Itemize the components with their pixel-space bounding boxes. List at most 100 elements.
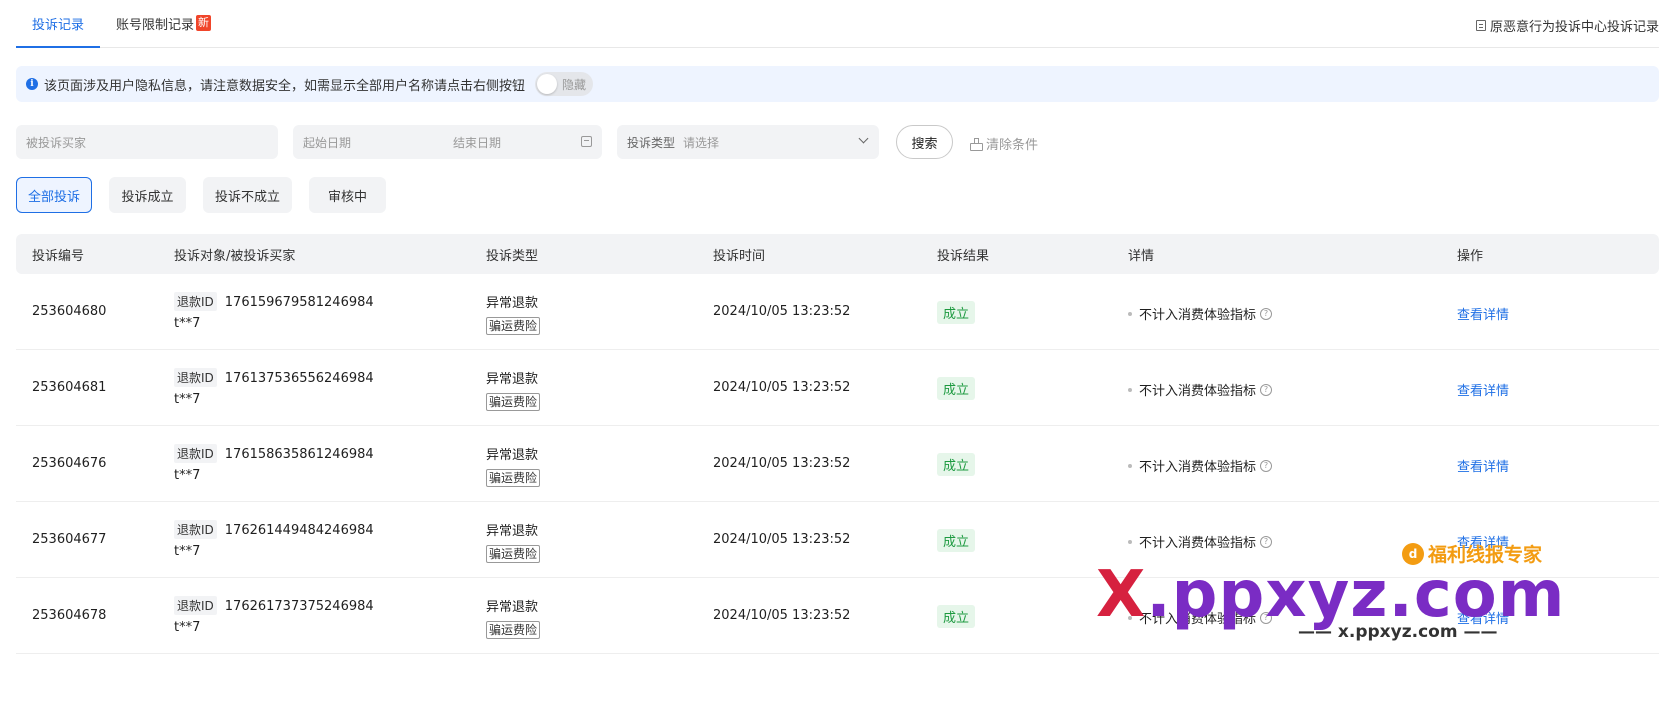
chip-complaint-upheld[interactable]: 投诉成立 (109, 177, 186, 213)
type-text: 异常退款 (486, 296, 539, 311)
new-badge: 新 (196, 15, 212, 31)
complaint-id: 253604680 (32, 304, 107, 319)
complaint-type: 异常退款 骗运费险 (486, 520, 541, 563)
complaint-id: 253604677 (32, 532, 107, 547)
complaint-target: 退款ID 176158635861246984 t**7 (174, 444, 374, 483)
result-badge: 成立 (937, 301, 976, 324)
header-action: 操作 (1457, 248, 1484, 264)
detail-cell: 不计入消费体验指标 ? (1128, 380, 1273, 399)
help-icon[interactable]: ? (1260, 383, 1273, 396)
refund-id: 176261737375246984 (224, 599, 374, 614)
date-range-picker[interactable]: 起始日期 结束日期 (293, 125, 602, 159)
detail-text: 不计入消费体验指标 (1139, 536, 1257, 551)
type-text: 异常退款 (486, 448, 539, 463)
result-badge: 成立 (937, 529, 976, 552)
bullet-dot (1128, 387, 1132, 392)
help-icon[interactable]: ? (1260, 611, 1273, 624)
privacy-toggle[interactable]: 隐藏 (535, 72, 594, 96)
chip-complaint-rejected[interactable]: 投诉不成立 (203, 177, 292, 213)
refund-id: 176158635861246984 (224, 447, 374, 462)
header-detail: 详情 (1128, 248, 1155, 264)
bullet-dot (1128, 311, 1132, 316)
complaint-time: 2024/10/05 13:23:52 (713, 304, 851, 319)
table-row: 253604681 退款ID 176137536556246984 t**7 异常… (16, 350, 1659, 426)
detail-text: 不计入消费体验指标 (1139, 460, 1257, 475)
complaint-type: 异常退款 骗运费险 (486, 596, 541, 639)
detail-cell: 不计入消费体验指标 ? (1128, 608, 1273, 627)
detail-cell: 不计入消费体验指标 ? (1128, 532, 1273, 551)
table-row: 253604680 退款ID 176159679581246984 t**7 异常… (16, 274, 1659, 350)
table-header: 投诉编号 投诉对象/被投诉买家 投诉类型 投诉时间 投诉结果 详情 操作 (16, 234, 1659, 274)
result-text: 成立 (937, 453, 976, 476)
result-badge: 成立 (937, 605, 976, 628)
tab-label: 投诉记录 (32, 17, 85, 33)
result-text: 成立 (937, 605, 976, 628)
buyer-name: t**7 (174, 544, 201, 559)
buyer-search-input[interactable]: 被投诉买家 (16, 125, 278, 159)
type-text: 异常退款 (486, 600, 539, 615)
privacy-notice: i 该页面涉及用户隐私信息，请注意数据安全，如需显示全部用户名称请点击右侧按钮 … (16, 66, 1659, 102)
complaint-id: 253604681 (32, 380, 107, 395)
complaint-id: 253604678 (32, 608, 107, 623)
legacy-link-label: 原恶意行为投诉中心投诉记录 (1489, 20, 1659, 35)
header-target: 投诉对象/被投诉买家 (174, 248, 296, 264)
complaint-target: 退款ID 176159679581246984 t**7 (174, 292, 374, 331)
legacy-complaint-records-link[interactable]: 原恶意行为投诉中心投诉记录 (1475, 16, 1659, 35)
start-date-placeholder[interactable]: 起始日期 (303, 134, 351, 151)
type-tag: 骗运费险 (486, 545, 541, 563)
type-tag: 骗运费险 (486, 469, 541, 487)
refund-id-tag: 退款ID (174, 292, 217, 311)
toggle-label: 隐藏 (562, 77, 587, 92)
bullet-dot (1128, 615, 1132, 620)
type-text: 异常退款 (486, 372, 539, 387)
complaint-type-select[interactable]: 投诉类型 请选择 (617, 125, 879, 159)
chip-all-complaints[interactable]: 全部投诉 (16, 177, 92, 213)
refund-id: 176261449484246984 (224, 523, 374, 538)
view-details-link[interactable]: 查看详情 (1457, 456, 1509, 475)
chip-under-review[interactable]: 审核中 (309, 177, 386, 213)
refund-id-tag: 退款ID (174, 520, 217, 539)
refund-id: 176159679581246984 (224, 295, 374, 310)
help-icon[interactable]: ? (1260, 535, 1273, 548)
type-label: 投诉类型 (627, 135, 676, 150)
info-icon: i (26, 78, 38, 90)
detail-text: 不计入消费体验指标 (1139, 308, 1257, 323)
complaint-time: 2024/10/05 13:23:52 (713, 532, 851, 547)
help-icon[interactable]: ? (1260, 307, 1273, 320)
header-complaint-id: 投诉编号 (32, 248, 85, 264)
view-details-link[interactable]: 查看详情 (1457, 304, 1509, 323)
tab-account-restriction-records[interactable]: 账号限制记录 新 (100, 0, 227, 47)
complaint-target: 退款ID 176261737375246984 t**7 (174, 596, 374, 635)
complaint-type: 异常退款 骗运费险 (486, 444, 541, 487)
buyer-name: t**7 (174, 316, 201, 331)
result-text: 成立 (937, 377, 976, 400)
detail-text: 不计入消费体验指标 (1139, 384, 1257, 399)
view-details-link[interactable]: 查看详情 (1457, 608, 1509, 627)
detail-text: 不计入消费体验指标 (1139, 612, 1257, 627)
tab-label: 账号限制记录 (116, 17, 195, 33)
refund-id-tag: 退款ID (174, 444, 217, 463)
end-date-placeholder[interactable]: 结束日期 (453, 134, 501, 151)
result-text: 成立 (937, 529, 976, 552)
detail-cell: 不计入消费体验指标 ? (1128, 304, 1273, 323)
complaint-type: 异常退款 骗运费险 (486, 292, 541, 335)
clear-label: 清除条件 (986, 138, 1039, 153)
complaint-target: 退款ID 176261449484246984 t**7 (174, 520, 374, 559)
detail-cell: 不计入消费体验指标 ? (1128, 456, 1273, 475)
view-details-link[interactable]: 查看详情 (1457, 380, 1509, 399)
header-type: 投诉类型 (486, 248, 539, 264)
help-icon[interactable]: ? (1260, 459, 1273, 472)
clear-filters-button[interactable]: 清除条件 (970, 134, 1038, 153)
buyer-name: t**7 (174, 468, 201, 483)
buyer-placeholder: 被投诉买家 (26, 135, 87, 150)
result-badge: 成立 (937, 453, 976, 476)
view-details-link[interactable]: 查看详情 (1457, 532, 1509, 551)
table-row: 253604677 退款ID 176261449484246984 t**7 异常… (16, 502, 1659, 578)
header-time: 投诉时间 (713, 248, 766, 264)
complaint-time: 2024/10/05 13:23:52 (713, 456, 851, 471)
table-row: 253604678 退款ID 176261737375246984 t**7 异常… (16, 578, 1659, 654)
result-badge: 成立 (937, 377, 976, 400)
type-placeholder: 请选择 (683, 135, 720, 150)
tab-complaint-records[interactable]: 投诉记录 (16, 0, 101, 48)
search-button[interactable]: 搜索 (896, 125, 953, 159)
